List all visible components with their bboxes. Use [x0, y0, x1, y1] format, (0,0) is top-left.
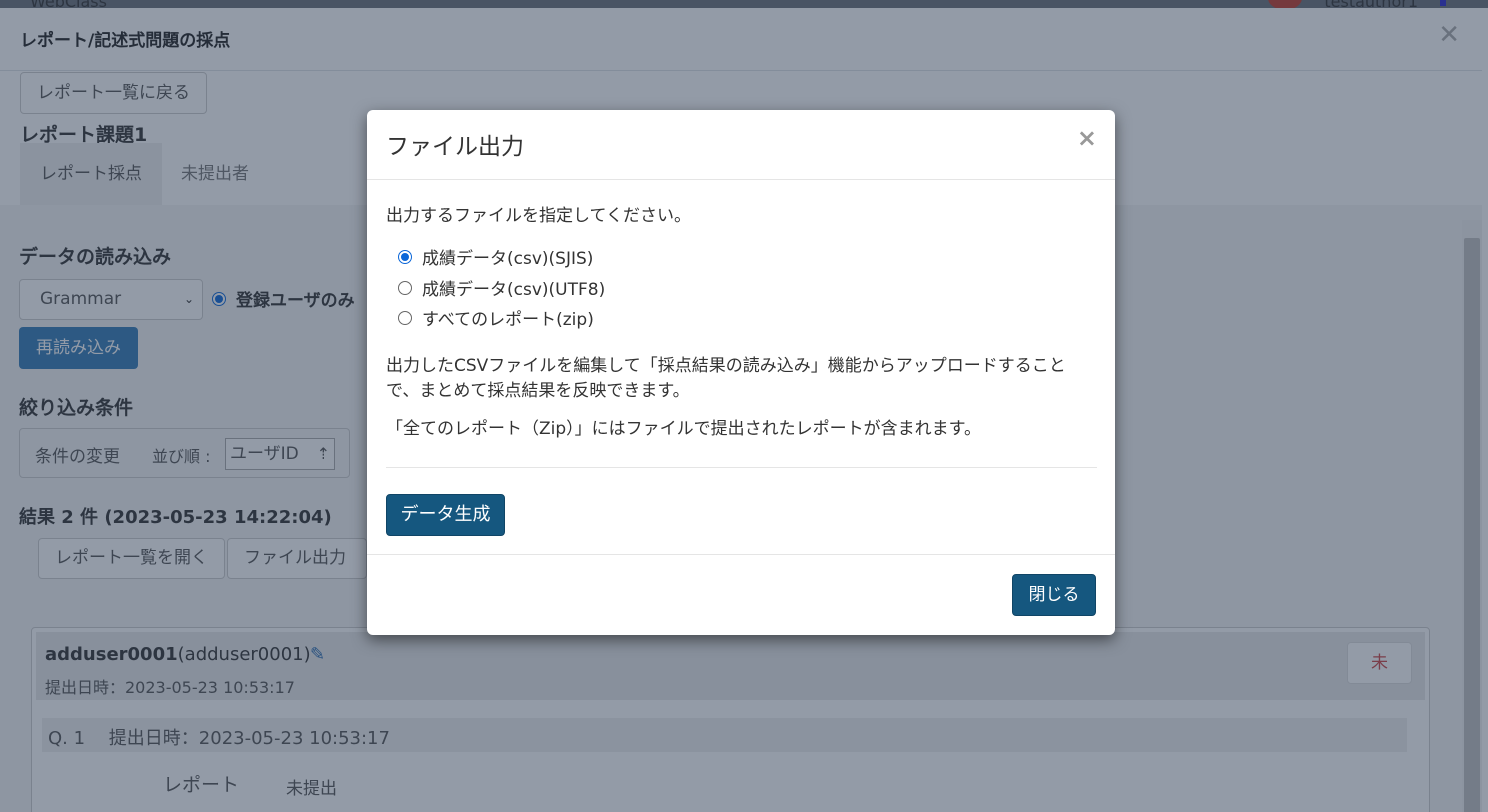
modal-header: ファイル出力 × [367, 110, 1115, 180]
file-output-modal: ファイル出力 × 出力するファイルを指定してください。 成績データ(csv)(S… [367, 110, 1115, 635]
generate-data-button[interactable]: データ生成 [386, 494, 505, 536]
option-csv-sjis[interactable]: 成績データ(csv)(SJIS) [398, 244, 593, 269]
close-icon[interactable]: × [1077, 124, 1097, 152]
modal-note-zip: 「全てのレポート（Zip）」にはファイルで提出されたレポートが含まれます。 [386, 419, 981, 439]
modal-footer: 閉じる [367, 554, 1115, 635]
close-button[interactable]: 閉じる [1012, 574, 1096, 616]
option-label: 成績データ(csv)(UTF8) [422, 280, 606, 300]
option-label: 成績データ(csv)(SJIS) [422, 249, 594, 269]
radio-icon [398, 249, 412, 264]
option-csv-utf8[interactable]: 成績データ(csv)(UTF8) [398, 275, 605, 300]
modal-note-csv: 出力したCSVファイルを編集して「採点結果の読み込み」機能からアップロードするこ… [386, 356, 1066, 401]
radio-icon [398, 280, 412, 295]
divider [386, 467, 1097, 468]
modal-instruction: 出力するファイルを指定してください。 [386, 206, 691, 226]
modal-title: ファイル出力 [386, 134, 524, 160]
option-all-reports-zip[interactable]: すべてのレポート(zip) [398, 305, 594, 330]
radio-icon [398, 310, 412, 325]
option-label: すべてのレポート(zip) [422, 310, 594, 330]
